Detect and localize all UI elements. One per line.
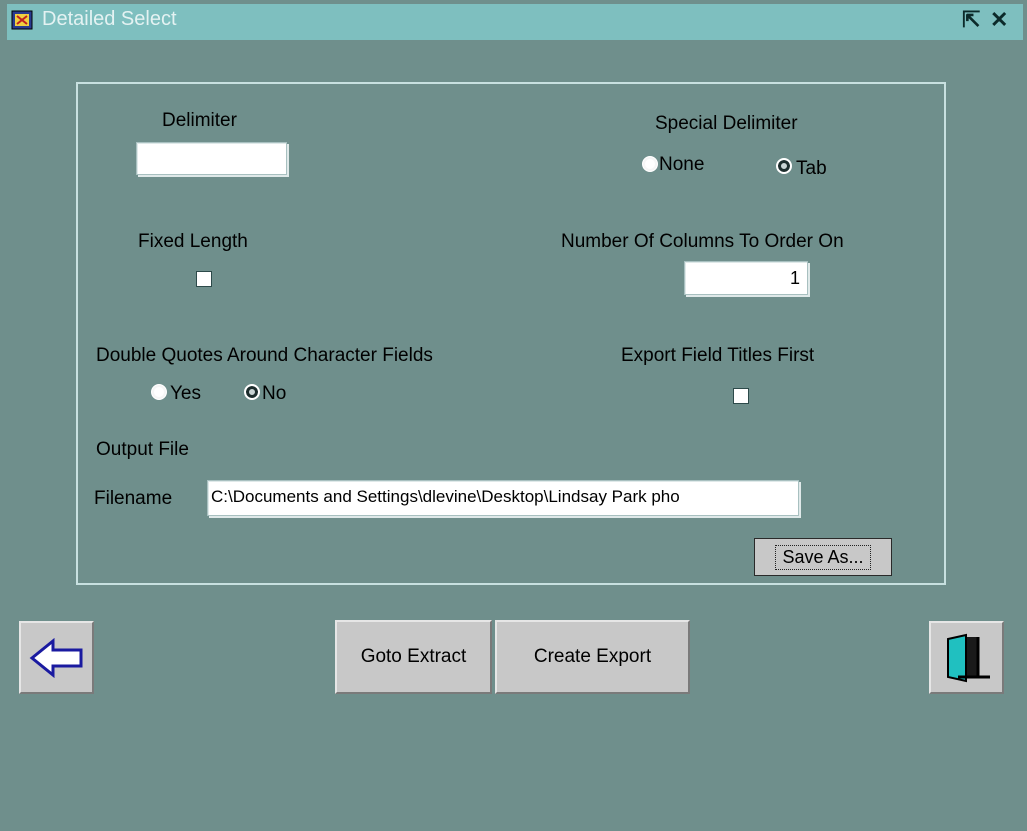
exit-button[interactable] (929, 621, 1004, 694)
door-exit-icon (946, 633, 990, 682)
filename-label: Filename (94, 488, 173, 509)
restore-icon[interactable]: ⇱ (962, 7, 980, 33)
delimiter-input[interactable] (136, 142, 287, 175)
save-as-button[interactable]: Save As... (754, 538, 892, 576)
double-quotes-label: Double Quotes Around Character Fields (96, 345, 433, 366)
create-export-button[interactable]: Create Export (495, 620, 690, 694)
double-quotes-no-label[interactable]: No (262, 383, 286, 405)
columns-to-order-input[interactable]: 1 (684, 261, 808, 295)
goto-extract-button[interactable]: Goto Extract (335, 620, 492, 694)
back-button[interactable] (19, 621, 94, 694)
double-quotes-yes-label[interactable]: Yes (170, 383, 201, 405)
left-arrow-icon (29, 637, 82, 678)
app-icon (11, 8, 35, 32)
output-file-label: Output File (96, 439, 189, 460)
export-titles-label: Export Field Titles First (621, 345, 815, 366)
special-delimiter-tab-radio[interactable] (776, 158, 792, 174)
save-as-label: Save As... (775, 544, 871, 570)
window-title: Detailed Select (42, 8, 177, 30)
fixed-length-label: Fixed Length (138, 231, 248, 252)
double-quotes-no-radio[interactable] (244, 384, 260, 400)
double-quotes-yes-radio[interactable] (151, 384, 167, 400)
export-titles-checkbox[interactable] (733, 388, 749, 404)
columns-to-order-label: Number Of Columns To Order On (561, 231, 844, 252)
fixed-length-checkbox[interactable] (196, 271, 212, 287)
filename-input[interactable]: C:\Documents and Settings\dlevine\Deskto… (207, 480, 799, 516)
special-delimiter-tab-label[interactable]: Tab (796, 158, 827, 180)
special-delimiter-none-radio[interactable] (642, 156, 658, 172)
special-delimiter-none-label[interactable]: None (659, 154, 704, 176)
delimiter-label: Delimiter (162, 110, 237, 131)
special-delimiter-label: Special Delimiter (655, 113, 798, 134)
close-icon[interactable]: ✕ (990, 7, 1008, 33)
